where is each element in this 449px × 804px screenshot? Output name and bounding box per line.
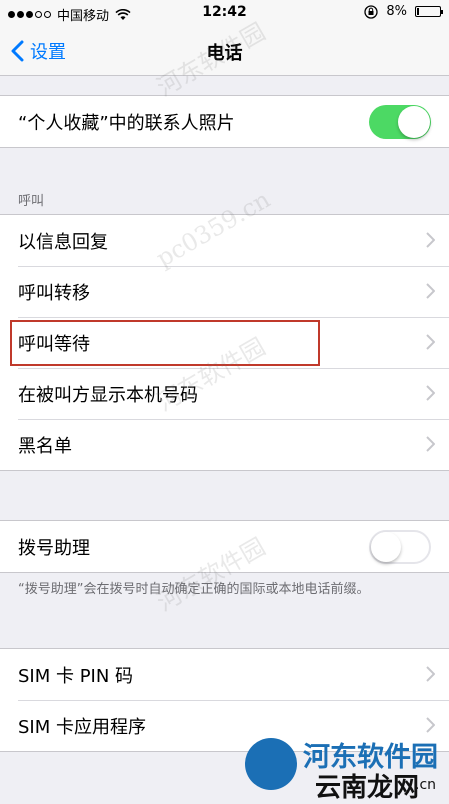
logo-icon — [245, 738, 297, 790]
chevron-right-icon — [426, 666, 435, 682]
page-title: 电话 — [206, 43, 243, 64]
list-item-label: 黑名单 — [18, 435, 72, 457]
status-bar: 中国移动 12:42 8% — [0, 0, 449, 26]
brand-domain-suffix: .cn — [415, 777, 437, 793]
battery-icon — [415, 6, 443, 17]
favorites-group: “个人收藏”中的联系人照片 — [0, 95, 449, 148]
list-item-label: 呼叫转移 — [18, 282, 90, 304]
favorites-photos-label: “个人收藏”中的联系人照片 — [18, 112, 235, 134]
brand-domain: 云南龙网 — [315, 773, 420, 803]
chevron-right-icon — [426, 334, 435, 350]
favorites-photos-toggle[interactable] — [369, 105, 431, 139]
list-item-reply-with-message[interactable]: 以信息回复 — [0, 215, 449, 266]
chevron-right-icon — [426, 385, 435, 401]
brand-logo: 河东软件园 云南龙网 .cn — [245, 735, 449, 803]
favorites-photos-row: “个人收藏”中的联系人照片 — [0, 96, 449, 147]
list-item-label: 以信息回复 — [18, 231, 108, 253]
chevron-right-icon — [426, 436, 435, 452]
list-item-call-forwarding[interactable]: 呼叫转移 — [0, 266, 449, 317]
list-item-label: SIM 卡 PIN 码 — [18, 665, 134, 687]
call-waiting-highlight-box — [10, 320, 320, 366]
list-item-label: 在被叫方显示本机号码 — [18, 384, 198, 406]
battery-percent: 8% — [386, 4, 407, 19]
dial-assist-note: “拨号助理”会在拨号时自动确定正确的国际或本地电话前缀。 — [18, 582, 370, 597]
status-right: 8% — [364, 4, 443, 19]
chevron-right-icon — [426, 283, 435, 299]
rotation-lock-icon — [364, 4, 379, 19]
list-item-label: SIM 卡应用程序 — [18, 716, 146, 738]
list-item-blocked[interactable]: 黑名单 — [0, 419, 449, 470]
calls-section-header: 呼叫 — [18, 194, 45, 209]
chevron-right-icon — [426, 232, 435, 248]
dial-assist-toggle[interactable] — [369, 530, 431, 564]
dial-assist-group: 拨号助理 — [0, 520, 449, 573]
list-item-show-caller-id[interactable]: 在被叫方显示本机号码 — [0, 368, 449, 419]
list-item-sim-pin[interactable]: SIM 卡 PIN 码 — [0, 649, 449, 700]
dial-assist-row: 拨号助理 — [0, 521, 449, 572]
chevron-right-icon — [426, 717, 435, 733]
dial-assist-label: 拨号助理 — [18, 537, 90, 559]
navigation-bar: 设置 电话 — [0, 26, 449, 76]
